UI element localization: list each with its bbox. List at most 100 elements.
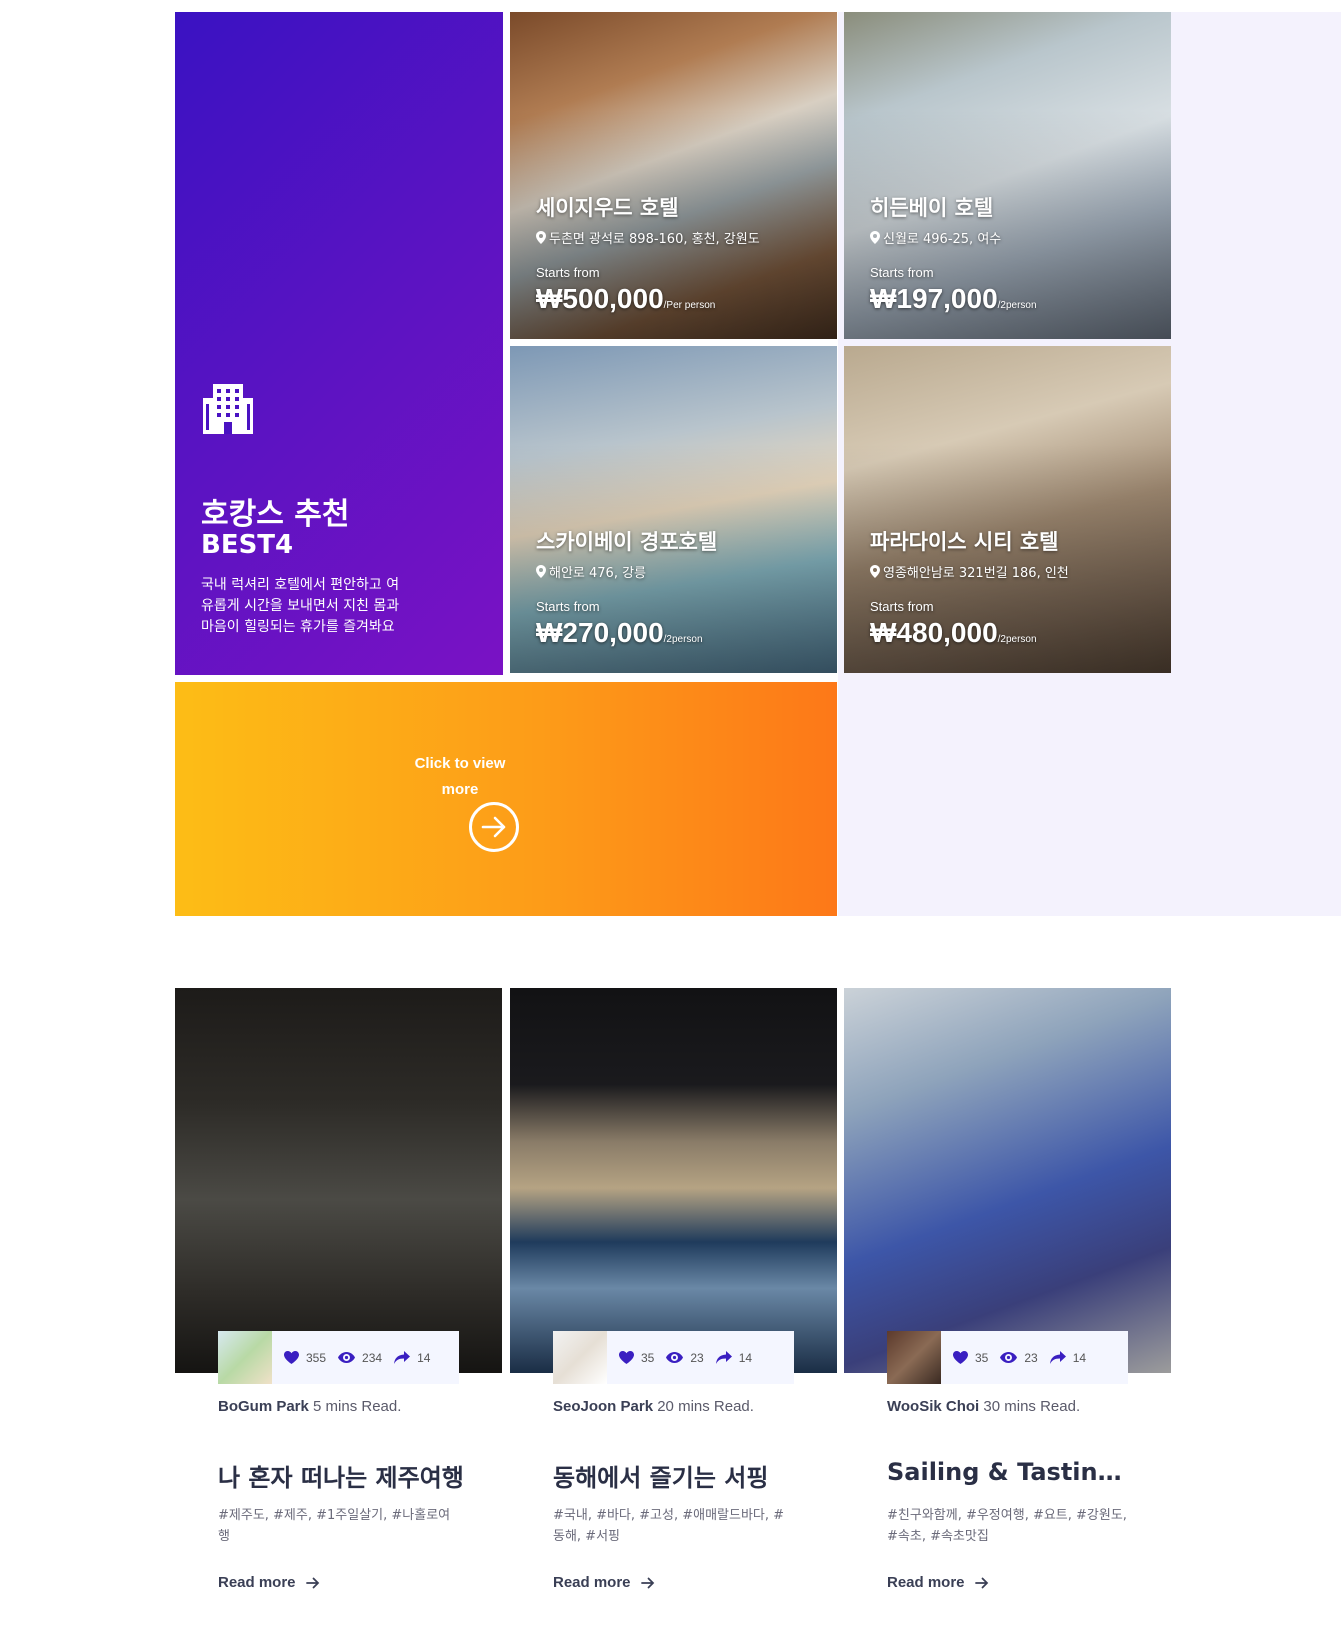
price-value: ₩197,000 [870, 283, 998, 314]
starts-from-label: Starts from [536, 265, 600, 280]
views-count: 23 [1024, 1350, 1038, 1365]
blog-stats: 35 23 14 [887, 1331, 1128, 1384]
map-pin-icon [536, 231, 546, 244]
map-pin-icon [870, 565, 880, 578]
price-unit: /Per person [663, 300, 716, 311]
hotel-address: 신월로 496-25, 여수 [870, 228, 1001, 247]
view-more-label: Click to view more [414, 755, 506, 798]
read-time: 30 mins Read. [983, 1398, 1081, 1415]
read-more-link[interactable]: Read more [553, 1574, 655, 1591]
hotel-name: 세이지우드 호텔 [536, 196, 679, 220]
likes-stat[interactable]: 355 [284, 1351, 326, 1365]
hotel-price: ₩270,000/2person [536, 617, 703, 649]
shares-stat[interactable]: 14 [1049, 1350, 1087, 1365]
hotel-card[interactable]: 스카이베이 경포호텔 해안로 476, 강릉 Starts from ₩270,… [510, 346, 837, 673]
heart-icon [953, 1351, 968, 1364]
page: 호캉스 추천 BEST4 국내 럭셔리 호텔에서 편안하고 여유롭게 시간을 보… [0, 0, 1341, 1630]
heart-icon [619, 1351, 634, 1364]
price-value: ₩500,000 [536, 283, 664, 314]
read-more-link[interactable]: Read more [218, 1574, 320, 1591]
blog-tags: #친구와함께, #우정여행, #요트, #강원도, #속초, #속초맛집 [887, 1508, 1127, 1544]
avatar [218, 1331, 272, 1384]
arrow-right-icon [640, 1577, 654, 1588]
view-more-button[interactable]: Click to view more [175, 682, 837, 916]
eye-icon [1000, 1352, 1018, 1363]
blog-tags: #국내, #바다, #고성, #애매랄드바다, #동해, #서핑 [553, 1508, 785, 1544]
hotel-card[interactable]: 파라다이스 시티 호텔 영종해안남로 321번길 186, 인천 Starts … [844, 346, 1171, 673]
likes-stat[interactable]: 35 [619, 1351, 654, 1365]
avatar [553, 1331, 607, 1384]
blog-tags: #제주도, #제주, #1주일살기, #나홀로여행 [218, 1508, 451, 1544]
price-unit: /2person [663, 634, 703, 645]
hotel-address-text: 영종해안남로 321번길 186, 인천 [883, 566, 1069, 581]
shares-count: 14 [1072, 1350, 1087, 1365]
avatar [887, 1331, 941, 1384]
likes-count: 35 [975, 1350, 989, 1365]
hotel-price: ₩500,000/Per person [536, 283, 715, 315]
author-line: BoGum Park 5 mins Read. [218, 1398, 401, 1415]
shares-count: 14 [738, 1350, 753, 1365]
starts-from-label: Starts from [870, 265, 934, 280]
views-stat: 23 [1000, 1350, 1038, 1365]
promo-panel: 호캉스 추천 BEST4 국내 럭셔리 호텔에서 편안하고 여유롭게 시간을 보… [175, 12, 503, 675]
author-name: BoGum Park [218, 1398, 309, 1415]
read-more-link[interactable]: Read more [887, 1574, 989, 1591]
hotel-card[interactable]: 세이지우드 호텔 두촌면 광석로 898-160, 홍천, 강원도 Starts… [510, 12, 837, 339]
likes-stat[interactable]: 35 [953, 1351, 988, 1365]
eye-icon [338, 1352, 356, 1363]
price-value: ₩270,000 [536, 617, 664, 648]
arrow-right-icon [974, 1577, 988, 1588]
blog-stats: 355 234 14 [218, 1331, 459, 1384]
share-icon [715, 1351, 732, 1364]
map-pin-icon [536, 565, 546, 578]
author-line: SeoJoon Park 20 mins Read. [553, 1398, 754, 1415]
map-pin-icon [870, 231, 880, 244]
share-icon [394, 1351, 411, 1364]
hotel-name: 히든베이 호텔 [870, 196, 994, 220]
blog-image[interactable] [844, 988, 1171, 1373]
eye-icon [666, 1352, 684, 1363]
blog-title[interactable]: 나 혼자 떠나는 제주여행 [218, 1458, 468, 1493]
read-more-label: Read more [887, 1574, 965, 1591]
blog-title[interactable]: Sailing & Tasting in Sokcho [887, 1458, 1137, 1486]
author-name: SeoJoon Park [553, 1398, 654, 1415]
views-count: 234 [362, 1350, 383, 1365]
likes-count: 355 [306, 1350, 327, 1365]
read-more-label: Read more [553, 1574, 631, 1591]
starts-from-label: Starts from [536, 599, 600, 614]
views-stat: 23 [666, 1350, 704, 1365]
shares-stat[interactable]: 14 [394, 1351, 430, 1365]
read-time: 20 mins Read. [657, 1398, 754, 1415]
price-unit: /2person [997, 300, 1037, 311]
hotel-price: ₩480,000/2person [870, 617, 1037, 649]
hotel-address: 영종해안남로 321번길 186, 인천 [870, 562, 1069, 581]
shares-count: 14 [417, 1350, 431, 1365]
blog-card[interactable]: 355 234 14 BoGum Park 5 mins Read. 나 혼자 … [175, 988, 502, 1630]
author-name: WooSik Choi [887, 1398, 980, 1415]
blog-image[interactable] [175, 988, 502, 1373]
read-more-label: Read more [218, 1574, 296, 1591]
promo-description: 국내 럭셔리 호텔에서 편안하고 여유롭게 시간을 보내면서 지친 몸과 마음이… [201, 577, 400, 635]
price-unit: /2person [997, 634, 1037, 645]
views-stat: 234 [338, 1351, 382, 1365]
arrow-right-icon [305, 1577, 319, 1588]
blog-card[interactable]: 35 23 14 WooSik Choi 30 mins Read. Saili… [844, 988, 1171, 1630]
hotel-name: 파라다이스 시티 호텔 [870, 530, 1059, 554]
hotel-address-text: 신월로 496-25, 여수 [883, 232, 1002, 247]
promo-title: 호캉스 추천 [201, 497, 350, 532]
blog-title[interactable]: 동해에서 즐기는 서핑 [553, 1458, 803, 1493]
shares-stat[interactable]: 14 [715, 1350, 753, 1365]
arrow-right-circle-icon[interactable] [469, 802, 519, 852]
hotel-card[interactable]: 히든베이 호텔 신월로 496-25, 여수 Starts from ₩197,… [844, 12, 1171, 339]
blog-card[interactable]: 35 23 14 SeoJoon Park 20 mins Read. 동해에서… [510, 988, 837, 1630]
hotel-address: 해안로 476, 강릉 [536, 562, 646, 581]
hotel-address: 두촌면 광석로 898-160, 홍천, 강원도 [536, 228, 760, 247]
hotel-address-text: 해안로 476, 강릉 [549, 566, 647, 581]
hotel-price: ₩197,000/2person [870, 283, 1037, 315]
blog-image[interactable] [510, 988, 837, 1373]
views-count: 23 [690, 1350, 704, 1365]
share-icon [1049, 1351, 1066, 1364]
likes-count: 35 [641, 1350, 655, 1365]
blog-stats: 35 23 14 [553, 1331, 794, 1384]
starts-from-label: Starts from [870, 599, 934, 614]
